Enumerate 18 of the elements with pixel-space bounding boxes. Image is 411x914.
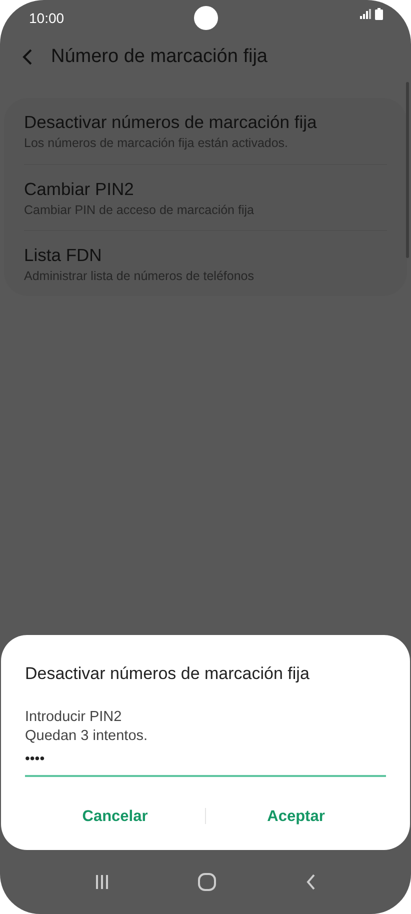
pin-prompt: Introducir PIN2 — [25, 708, 123, 727]
item-title: Cambiar PIN2 — [24, 178, 135, 200]
page-title: Número de marcación fija — [51, 44, 268, 69]
status-time: 10:00 — [29, 9, 64, 28]
pin-field[interactable]: •••• — [25, 746, 386, 777]
item-title: Lista FDN — [24, 245, 103, 268]
dialog-button[interactable]: Aceptar — [206, 794, 386, 838]
recent-apps-icon[interactable] — [94, 874, 109, 890]
dialog-button[interactable]: Cancelar — [25, 794, 205, 838]
back-button[interactable] — [22, 48, 33, 66]
camera-cutout — [194, 6, 218, 30]
attempts-text: Quedan 3 intentos. — [25, 726, 149, 746]
back-icon[interactable] — [306, 874, 316, 890]
signal-icon — [360, 9, 371, 19]
dialog-title: Desactivar números de marcación fija — [25, 662, 310, 685]
home-icon[interactable] — [198, 873, 216, 891]
item-title: Desactivar números de marcación fija — [24, 112, 318, 134]
battery-icon — [375, 8, 383, 20]
